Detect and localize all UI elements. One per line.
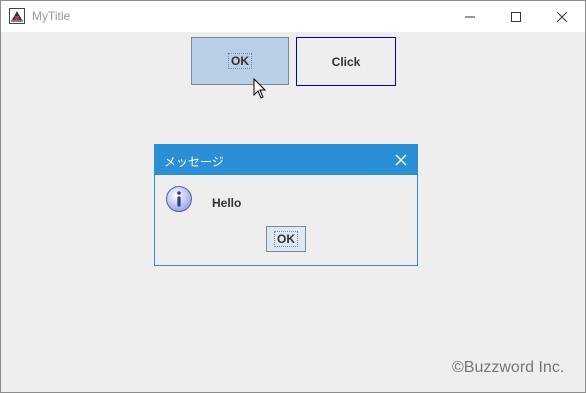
click-button-label: Click [331,54,361,69]
close-icon [557,11,567,22]
ok-button-label: OK [228,53,252,69]
message-dialog: メッセージ Hello OK [154,144,418,266]
info-icon [166,186,192,212]
maximize-button[interactable] [493,1,539,32]
title-bar[interactable]: MyTitle [1,1,585,32]
dialog-ok-button[interactable]: OK [266,226,306,252]
dialog-close-icon[interactable] [393,152,409,168]
dialog-title-bar[interactable]: メッセージ [155,145,417,175]
dialog-ok-label: OK [274,231,298,247]
maximize-icon [511,11,521,22]
minimize-button[interactable] [447,1,493,32]
minimize-icon [465,16,475,17]
close-button[interactable] [539,1,585,32]
dialog-title: メッセージ [164,155,224,169]
window-title: MyTitle [32,9,71,23]
click-button[interactable]: Click [296,37,396,86]
watermark: ©Buzzword Inc. [452,359,565,376]
ok-button[interactable]: OK [191,37,289,85]
dialog-message: Hello [212,196,242,210]
java-app-icon [9,8,25,24]
mouse-cursor-icon [253,78,267,99]
